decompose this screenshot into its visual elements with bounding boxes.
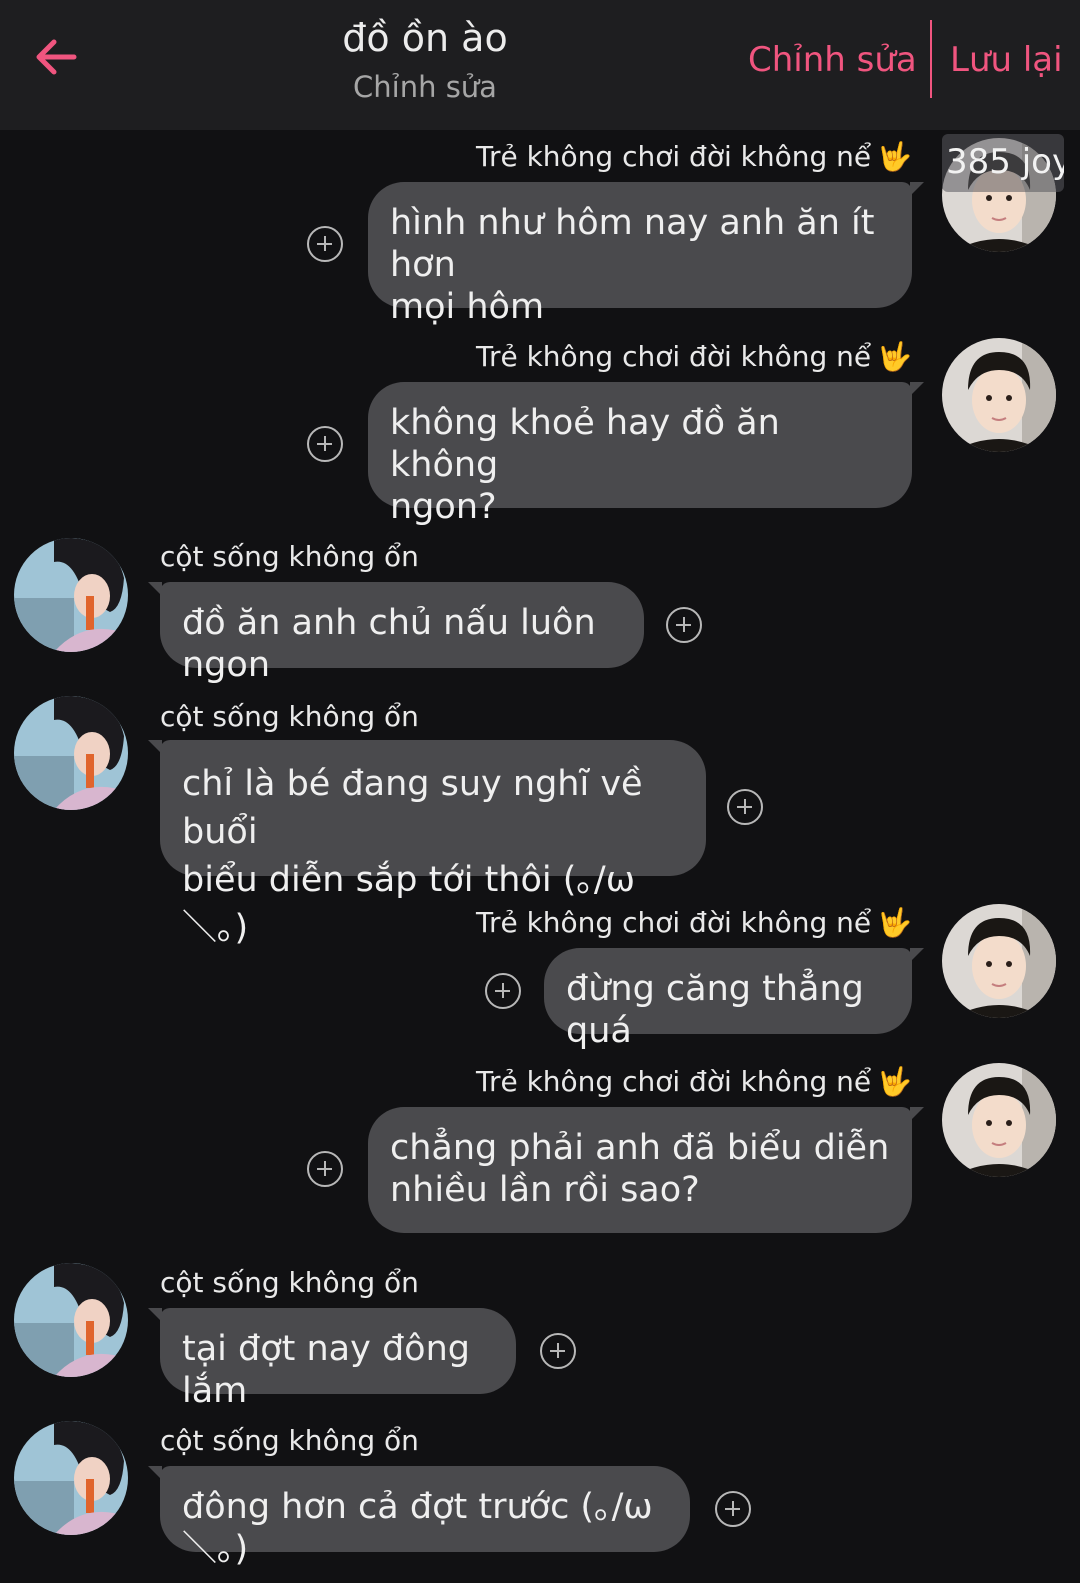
add-reaction-icon[interactable] bbox=[540, 1333, 576, 1369]
message-bubble[interactable]: hình như hôm nay anh ăn ít hơn mọi hôm bbox=[368, 182, 924, 327]
top-bar: đồ ồn ào Chỉnh sửa Chỉnh sửa Lưu lại bbox=[0, 0, 1080, 130]
sender-name: Trẻ không chơi đời không nể 🤟 bbox=[475, 340, 912, 373]
save-button[interactable]: Lưu lại bbox=[950, 40, 1063, 80]
avatar[interactable] bbox=[14, 696, 128, 810]
avatar[interactable] bbox=[942, 338, 1056, 452]
message-row: cột sống không ổn đồ ăn anh chủ nấu luôn… bbox=[148, 540, 720, 685]
add-reaction-icon[interactable] bbox=[307, 1151, 343, 1187]
sender-name: Trẻ không chơi đời không nể 🤟 bbox=[475, 1065, 912, 1098]
love-you-hand-icon: 🤟 bbox=[877, 1065, 912, 1098]
avatar[interactable] bbox=[942, 904, 1056, 1018]
love-you-hand-icon: 🤟 bbox=[877, 340, 912, 373]
sender-name: Trẻ không chơi đời không nể 🤟 bbox=[475, 140, 912, 173]
message-row: cột sống không ổn tại đợt nay đông lắm bbox=[148, 1266, 590, 1411]
add-reaction-icon[interactable] bbox=[307, 226, 343, 262]
arrow-left-icon[interactable] bbox=[30, 30, 84, 84]
header-divider bbox=[930, 20, 932, 98]
avatar[interactable] bbox=[942, 1063, 1056, 1177]
edit-button[interactable]: Chỉnh sửa bbox=[748, 40, 917, 80]
add-reaction-icon[interactable] bbox=[666, 607, 702, 643]
add-reaction-icon[interactable] bbox=[727, 789, 763, 825]
message-bubble[interactable]: chỉ là bé đang suy nghĩ về buổi biểu diễ… bbox=[148, 740, 706, 948]
sender-name: cột sống không ổn bbox=[160, 1424, 419, 1457]
add-reaction-icon[interactable] bbox=[715, 1491, 751, 1527]
add-reaction-icon[interactable] bbox=[307, 426, 343, 462]
sender-name: cột sống không ổn bbox=[160, 700, 419, 733]
counter-badge: 385 joy bbox=[942, 134, 1064, 192]
love-you-hand-icon: 🤟 bbox=[877, 140, 912, 173]
message-row: Trẻ không chơi đời không nể 🤟 chẳng phải … bbox=[300, 1065, 924, 1235]
message-bubble[interactable]: tại đợt nay đông lắm bbox=[148, 1308, 516, 1411]
sender-name: cột sống không ổn bbox=[160, 540, 419, 573]
message-bubble[interactable]: không khoẻ hay đồ ăn không ngon? bbox=[368, 382, 924, 527]
avatar[interactable] bbox=[14, 538, 128, 652]
sender-name: cột sống không ổn bbox=[160, 1266, 419, 1299]
chat-subtitle: Chỉnh sửa bbox=[353, 70, 497, 104]
message-bubble[interactable]: đồ ăn anh chủ nấu luôn ngon bbox=[148, 582, 644, 685]
message-row: Trẻ không chơi đời không nể 🤟 hình như hô… bbox=[300, 140, 924, 327]
message-row: cột sống không ổn chỉ là bé đang suy ngh… bbox=[148, 700, 780, 948]
message-row: cột sống không ổn đông hơn cả đợt trước … bbox=[148, 1424, 760, 1569]
message-row: Trẻ không chơi đời không nể 🤟 đừng căng t… bbox=[470, 906, 924, 1051]
sender-name: Trẻ không chơi đời không nể 🤟 bbox=[475, 906, 912, 939]
message-row: Trẻ không chơi đời không nể 🤟 không khoẻ … bbox=[300, 340, 924, 527]
love-you-hand-icon: 🤟 bbox=[877, 906, 912, 939]
message-bubble[interactable]: đông hơn cả đợt trước (｡/ω＼｡) bbox=[148, 1466, 690, 1569]
message-bubble[interactable]: chẳng phải anh đã biểu diễn nhiều lần rồ… bbox=[368, 1107, 924, 1233]
message-bubble[interactable]: đừng căng thẳng quá bbox=[544, 948, 924, 1051]
avatar[interactable] bbox=[14, 1263, 128, 1377]
add-reaction-icon[interactable] bbox=[485, 973, 521, 1009]
avatar[interactable] bbox=[14, 1421, 128, 1535]
chat-title: đồ ồn ào bbox=[342, 16, 508, 60]
